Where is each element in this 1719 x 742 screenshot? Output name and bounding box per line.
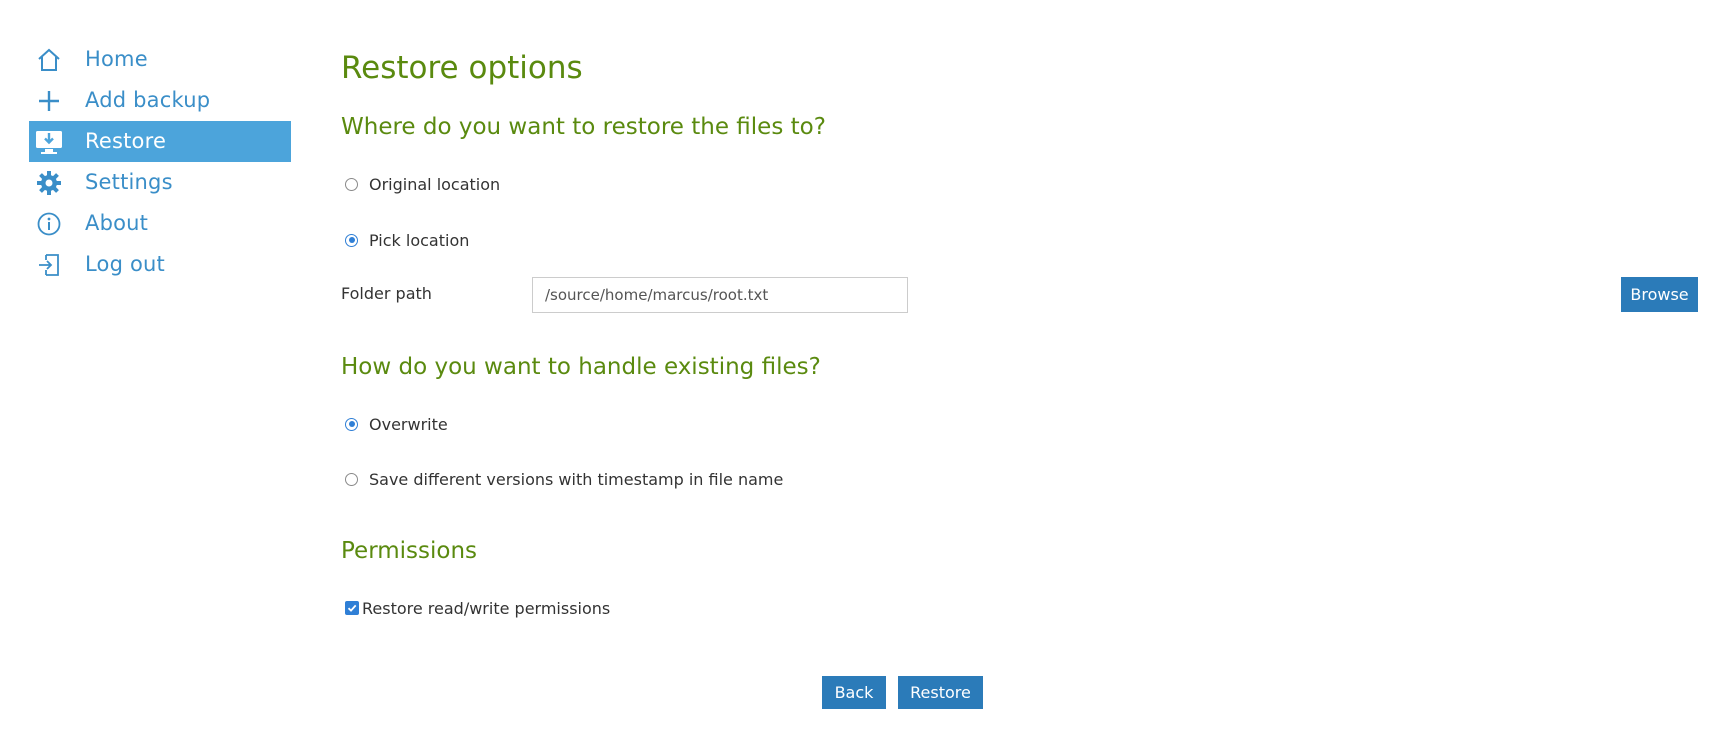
sidebar: Home Add backup Restore Settings About L… xyxy=(29,39,291,285)
restore-button[interactable]: Restore xyxy=(898,676,983,709)
restore-icon xyxy=(35,128,63,156)
browse-button[interactable]: Browse xyxy=(1621,277,1698,312)
folder-path-input[interactable] xyxy=(532,277,908,313)
option-restore-permissions[interactable]: Restore read/write permissions xyxy=(345,597,610,619)
sidebar-item-log-out[interactable]: Log out xyxy=(29,244,291,285)
option-save-versions[interactable]: Save different versions with timestamp i… xyxy=(345,468,783,490)
gear-icon xyxy=(35,169,63,197)
save-versions-radio[interactable] xyxy=(345,472,358,486)
sidebar-item-home[interactable]: Home xyxy=(29,39,291,80)
sidebar-item-label: Log out xyxy=(85,252,165,276)
location-heading: Where do you want to restore the files t… xyxy=(341,114,826,140)
overwrite-radio[interactable] xyxy=(345,417,358,431)
sidebar-item-settings[interactable]: Settings xyxy=(29,162,291,203)
restore-permissions-checkbox[interactable] xyxy=(345,601,359,615)
option-original-location[interactable]: Original location xyxy=(345,173,500,195)
option-label: Pick location xyxy=(369,230,470,250)
checkbox-label: Restore read/write permissions xyxy=(362,598,611,618)
home-icon xyxy=(35,46,63,74)
folder-path-label: Folder path xyxy=(341,284,432,303)
original-location-radio[interactable] xyxy=(345,177,358,191)
pick-location-radio[interactable] xyxy=(345,233,358,247)
sidebar-item-about[interactable]: About xyxy=(29,203,291,244)
info-icon xyxy=(35,210,63,238)
page-title: Restore options xyxy=(341,50,583,86)
sidebar-item-add-backup[interactable]: Add backup xyxy=(29,80,291,121)
sidebar-item-restore[interactable]: Restore xyxy=(29,121,291,162)
logout-icon xyxy=(35,251,63,279)
restore-options-panel: Restore options Where do you want to res… xyxy=(341,0,1711,742)
option-label: Overwrite xyxy=(369,414,448,434)
checkmark-icon xyxy=(347,604,357,612)
sidebar-item-label: Home xyxy=(85,47,148,71)
option-label: Save different versions with timestamp i… xyxy=(369,469,784,489)
existing-files-heading: How do you want to handle existing files… xyxy=(341,354,821,380)
back-button[interactable]: Back xyxy=(822,676,886,709)
option-label: Original location xyxy=(369,174,501,194)
sidebar-item-label: About xyxy=(85,211,149,235)
option-overwrite[interactable]: Overwrite xyxy=(345,413,448,435)
sidebar-item-label: Settings xyxy=(85,170,173,194)
sidebar-item-label: Add backup xyxy=(85,88,211,112)
plus-icon xyxy=(35,87,63,115)
sidebar-item-label: Restore xyxy=(85,129,167,153)
permissions-heading: Permissions xyxy=(341,538,478,564)
option-pick-location[interactable]: Pick location xyxy=(345,229,469,251)
